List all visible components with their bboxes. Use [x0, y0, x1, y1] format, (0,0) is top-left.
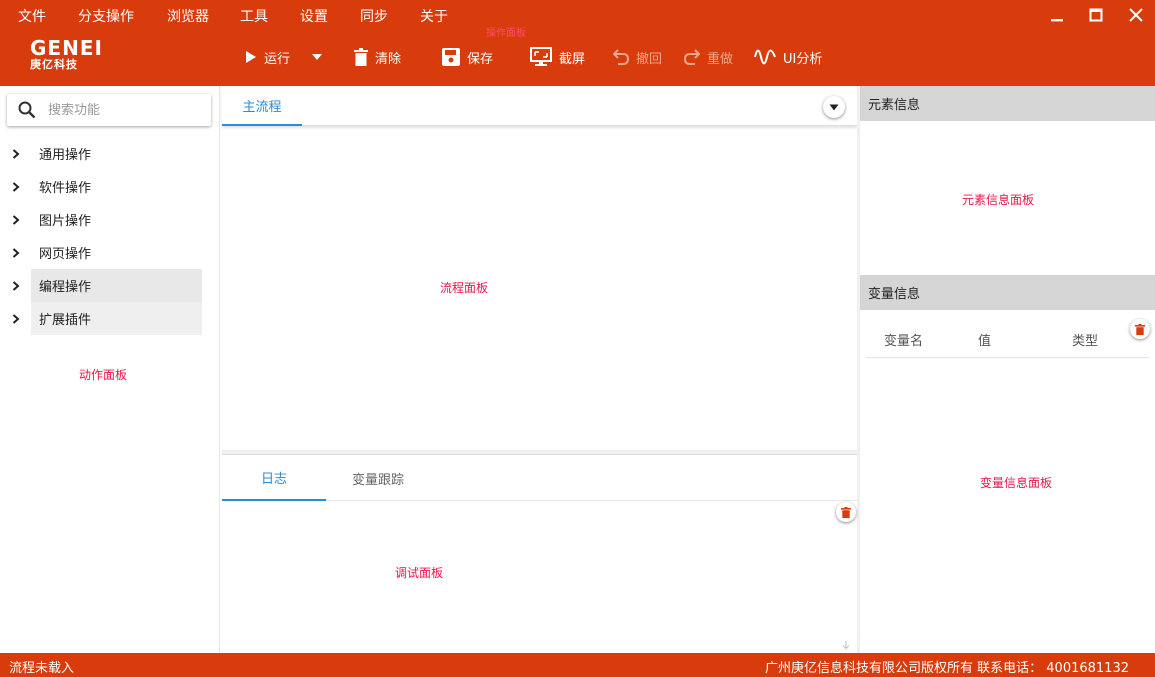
chevron-right-icon — [12, 247, 20, 258]
tab-main-flow[interactable]: 主流程 — [222, 86, 302, 126]
action-category-general[interactable]: 通用操作 — [0, 137, 202, 170]
variable-table-header: 变量名 值 类型 — [866, 326, 1149, 358]
redo-label: 重做 — [707, 51, 734, 67]
search-input[interactable] — [48, 102, 188, 118]
action-category-software[interactable]: 软件操作 — [0, 170, 202, 203]
save-button[interactable]: 保存 — [442, 44, 493, 70]
wave-icon — [754, 49, 776, 65]
action-category-label: 扩展插件 — [31, 302, 202, 335]
clear-log-button[interactable] — [836, 502, 856, 522]
action-category-label: 编程操作 — [31, 269, 202, 302]
save-label: 保存 — [467, 51, 494, 67]
action-category-label: 图片操作 — [39, 214, 92, 229]
debug-tabs: 日志 变量跟踪 — [222, 455, 857, 501]
ui-analysis-button[interactable]: UI分析 — [754, 44, 822, 70]
chevron-right-icon — [12, 313, 20, 324]
column-value[interactable]: 值 — [978, 330, 991, 349]
toolbar-panel-label: 操作面板 — [486, 28, 526, 39]
action-category-programming[interactable]: 编程操作 — [0, 269, 202, 302]
debug-panel: 日志 变量跟踪 调试面板 — [222, 454, 857, 653]
search-box — [7, 94, 211, 126]
element-info-panel-label: 元素信息面板 — [962, 193, 1035, 207]
redo-button[interactable]: 重做 — [684, 44, 733, 70]
info-panel: 元素信息 元素信息面板 变量信息 变量名 值 类型 变量信息面板 — [860, 86, 1155, 653]
search-icon — [18, 101, 36, 119]
close-button[interactable] — [1124, 4, 1148, 26]
close-icon — [1129, 8, 1143, 22]
clear-variables-button[interactable] — [1130, 319, 1150, 339]
action-category-image[interactable]: 图片操作 — [0, 203, 202, 236]
flow-tabs-dropdown-button[interactable] — [823, 96, 845, 118]
clear-label: 清除 — [375, 51, 402, 67]
trash-icon — [354, 48, 368, 66]
chevron-right-icon — [12, 148, 20, 159]
caret-down-icon — [829, 104, 839, 110]
maximize-button[interactable] — [1084, 4, 1108, 26]
action-panel: 通用操作 软件操作 图片操作 网页操作 编程操作 扩展插件 动作面板 — [0, 86, 220, 653]
menu-browser[interactable]: 浏览器 — [167, 6, 209, 26]
flow-tabs: 主流程 — [222, 86, 857, 126]
logo-text: GENEI — [30, 36, 103, 60]
scroll-down-icon[interactable] — [841, 640, 851, 650]
chevron-right-icon — [12, 214, 20, 225]
menu-tools[interactable]: 工具 — [240, 6, 268, 26]
run-label: 运行 — [264, 51, 291, 67]
element-info-header: 元素信息 — [860, 86, 1155, 121]
minimize-icon — [1051, 19, 1063, 22]
flow-panel: 主流程 流程面板 — [222, 86, 857, 450]
chevron-right-icon — [12, 280, 20, 291]
logo: GENEI 庚亿科技 — [30, 38, 110, 72]
action-category-label: 网页操作 — [39, 247, 92, 262]
variable-info-header: 变量信息 — [860, 275, 1155, 310]
clear-button[interactable]: 清除 — [354, 44, 401, 70]
screenshot-button[interactable]: 截屏 — [530, 44, 585, 70]
minimize-button[interactable] — [1045, 4, 1069, 26]
flow-panel-label: 流程面板 — [440, 281, 489, 295]
undo-button[interactable]: 撤回 — [613, 44, 662, 70]
menu-sync[interactable]: 同步 — [360, 6, 388, 26]
chevron-right-icon — [12, 181, 20, 192]
undo-icon — [613, 49, 629, 65]
trash-icon — [841, 506, 851, 518]
copyright-contact-text: 广州庚亿信息科技有限公司版权所有 联系电话： 4001681132 — [765, 661, 1129, 676]
action-category-webpage[interactable]: 网页操作 — [0, 236, 202, 269]
flow-status-text: 流程未载入 — [9, 661, 75, 676]
trash-icon — [1135, 323, 1145, 335]
tab-variable-trace[interactable]: 变量跟踪 — [326, 455, 430, 501]
run-dropdown-button[interactable] — [311, 44, 323, 70]
undo-label: 撤回 — [636, 51, 663, 67]
logo-subtext: 庚亿科技 — [30, 58, 78, 71]
column-type[interactable]: 类型 — [1072, 330, 1098, 349]
menu-about[interactable]: 关于 — [420, 6, 448, 26]
menu-settings[interactable]: 设置 — [300, 6, 328, 26]
screenshot-label: 截屏 — [559, 51, 586, 67]
menu-branch-ops[interactable]: 分支操作 — [78, 6, 134, 26]
variable-info-panel-label: 变量信息面板 — [980, 476, 1053, 490]
debug-panel-label: 调试面板 — [395, 566, 444, 580]
ui-analysis-label: UI分析 — [783, 51, 823, 67]
action-category-label: 软件操作 — [39, 181, 92, 196]
column-variable-name[interactable]: 变量名 — [884, 330, 923, 349]
action-category-label: 通用操作 — [39, 148, 92, 163]
maximize-icon — [1089, 8, 1103, 22]
menu-file[interactable]: 文件 — [18, 6, 46, 26]
monitor-screenshot-icon — [530, 47, 552, 66]
tab-log[interactable]: 日志 — [222, 455, 326, 501]
floppy-disk-icon — [442, 48, 460, 66]
title-bar: 文件 分支操作 浏览器 工具 设置 同步 关于 操作面板 GENEI 庚亿科技 … — [0, 0, 1155, 86]
action-panel-label: 动作面板 — [79, 368, 128, 382]
status-bar: 流程未载入 广州庚亿信息科技有限公司版权所有 联系电话： 4001681132 — [0, 653, 1155, 677]
run-button[interactable]: 运行 — [245, 44, 290, 70]
caret-down-icon — [312, 54, 322, 60]
action-category-plugins[interactable]: 扩展插件 — [0, 302, 202, 335]
play-icon — [246, 51, 256, 63]
redo-icon — [684, 49, 700, 65]
